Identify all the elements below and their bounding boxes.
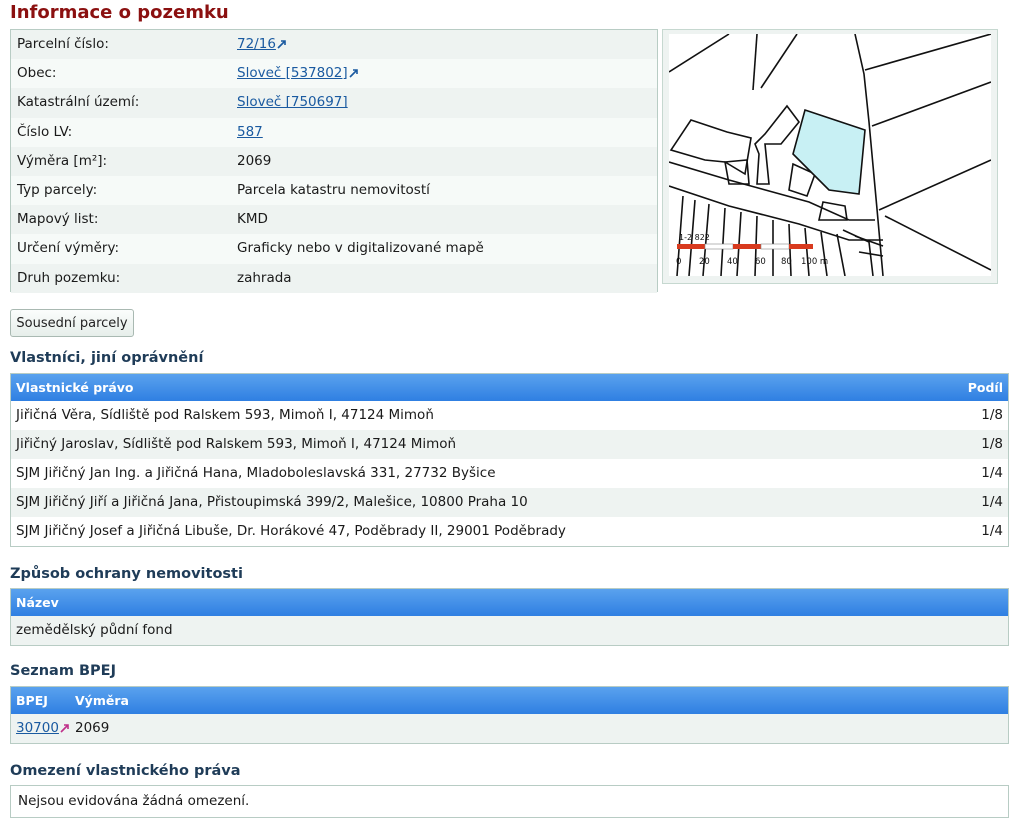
lv-number-link[interactable]: 587 [237,124,263,140]
map-parcel-label: 1-2 822 [679,233,710,242]
owner-name: SJM Jiřičný Jiří a Jiřičná Jana, Přistou… [16,494,528,510]
info-row-land-type: Druh pozemku: zahrada [11,263,657,293]
info-value: 2069 [237,152,272,169]
external-link-icon[interactable] [60,723,70,733]
owner-name: Jiřičný Jaroslav, Sídliště pod Ralskem 5… [16,436,457,452]
table-row: 30700 2069 [11,714,1008,743]
restrictions-box: Nejsou evidována žádná omezení. [10,785,1009,818]
page-title: Informace o pozemku [10,2,229,23]
column-header-bpej: BPEJ [16,693,48,708]
owner-share: 1/8 [981,407,1003,423]
info-row-area: Výměra [m²]: 2069 [11,146,657,176]
info-row-lv-number: Číslo LV: 587 [11,118,657,147]
table-row: zemědělský půdní fond [11,616,1008,645]
protection-value: zemědělský půdní fond [16,622,173,638]
info-label: Určení výměry: [17,240,120,257]
restrictions-heading: Omezení vlastnického práva [10,763,241,779]
scale-label: 80 [781,257,792,267]
owner-share: 1/4 [981,523,1003,539]
table-row: Jiřičná Věra, Sídliště pod Ralskem 593, … [11,401,1008,430]
scale-label: 100 m [801,257,828,267]
info-row-area-determination: Určení výměry: Graficky nebo v digitaliz… [11,234,657,263]
cadastral-area-link[interactable]: Sloveč [750697] [237,94,348,110]
external-link-icon[interactable] [277,39,287,49]
info-label: Parcelní číslo: [17,36,109,52]
owner-name: SJM Jiřičný Jan Ing. a Jiřičná Hana, Mla… [16,465,496,481]
map-drawing: 1-2 822 0 20 40 60 80 100 m [669,34,991,276]
column-header-name: Název [16,595,59,610]
owners-table-header: Vlastnické právo Podíl [11,374,1008,401]
parcel-info-panel: Parcelní číslo: 72/16 Obec: Sloveč [5378… [10,29,658,293]
bpej-table: BPEJ Výměra 30700 2069 [10,686,1009,744]
external-link-icon[interactable] [349,68,359,78]
owners-heading: Vlastníci, jiní oprávnění [10,350,204,366]
info-label: Výměra [m²]: [17,152,108,169]
bpej-area: 2069 [75,720,110,736]
info-label: Typ parcely: [17,181,98,198]
column-header-ownership: Vlastnické právo [16,380,134,395]
owner-name: Jiřičná Věra, Sídliště pod Ralskem 593, … [16,407,434,423]
table-row: Jiřičný Jaroslav, Sídliště pod Ralskem 5… [11,430,1008,459]
table-row: SJM Jiřičný Josef a Jiřičná Libuše, Dr. … [11,517,1008,546]
owner-name: SJM Jiřičný Josef a Jiřičná Libuše, Dr. … [16,523,566,539]
bpej-code-link[interactable]: 30700 [16,720,59,736]
info-row-parcel-type: Typ parcely: Parcela katastru nemovitost… [11,176,657,205]
info-value: KMD [237,211,268,228]
info-row-cadastral-area: Katastrální území: Sloveč [750697] [11,88,657,118]
cadastral-map[interactable]: 1-2 822 0 20 40 60 80 100 m [662,29,998,284]
neighbor-parcels-button[interactable]: Sousední parcely [10,309,134,337]
scale-label: 60 [755,257,766,267]
scale-label: 40 [727,257,738,267]
table-row: SJM Jiřičný Jiří a Jiřičná Jana, Přistou… [11,488,1008,517]
info-label: Druh pozemku: [17,269,121,286]
restrictions-text: Nejsou evidována žádná omezení. [18,793,250,809]
info-value: Graficky nebo v digitalizované mapě [237,240,484,257]
column-header-share: Podíl [967,380,1003,395]
owner-share: 1/4 [981,465,1003,481]
info-row-map-sheet: Mapový list: KMD [11,205,657,235]
scale-label: 20 [699,257,710,267]
info-label: Obec: [17,65,57,82]
municipality-link[interactable]: Sloveč [537802] [237,65,348,81]
info-label: Mapový list: [17,211,99,228]
protection-table-header: Název [11,589,1008,616]
scale-label: 0 [676,257,681,267]
owner-share: 1/4 [981,494,1003,510]
info-row-municipality: Obec: Sloveč [537802] [11,59,657,88]
info-label: Katastrální území: [17,94,140,111]
bpej-heading: Seznam BPEJ [10,663,116,679]
info-value: Parcela katastru nemovitostí [237,181,430,198]
table-row: SJM Jiřičný Jan Ing. a Jiřičná Hana, Mla… [11,459,1008,488]
info-label: Číslo LV: [17,123,73,140]
info-value: zahrada [237,269,292,286]
protection-table: Název zemědělský půdní fond [10,588,1009,646]
owners-table: Vlastnické právo Podíl Jiřičná Věra, Síd… [10,373,1009,547]
protection-heading: Způsob ochrany nemovitosti [10,566,243,582]
parcel-number-link[interactable]: 72/16 [237,36,276,52]
bpej-table-header: BPEJ Výměra [11,687,1008,714]
owner-share: 1/8 [981,436,1003,452]
info-row-parcel-number: Parcelní číslo: 72/16 [11,30,657,60]
column-header-area: Výměra [75,693,129,708]
